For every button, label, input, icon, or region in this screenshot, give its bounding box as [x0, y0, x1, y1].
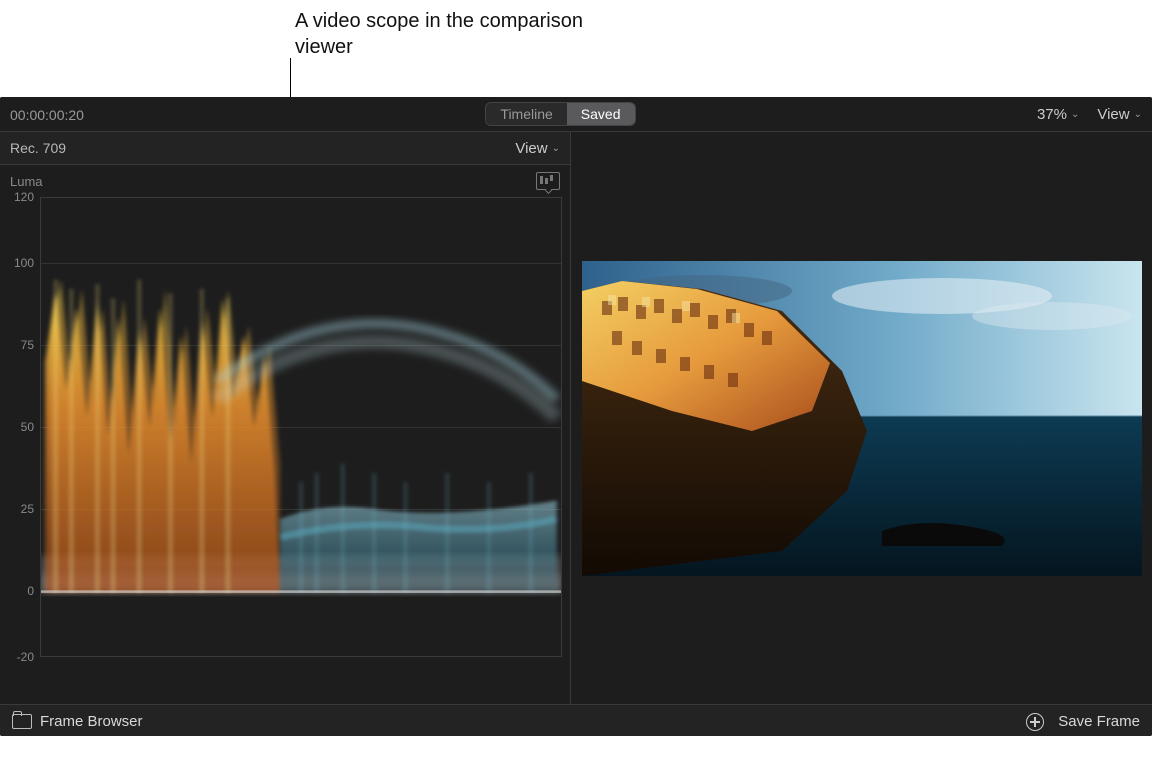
scope-settings-icon[interactable]	[536, 172, 560, 190]
preview-panel	[571, 132, 1152, 704]
seg-timeline[interactable]: Timeline	[486, 103, 566, 125]
viewer-right-controls: 37%⌄ View⌄	[1037, 106, 1142, 123]
chevron-down-icon: ⌄	[1071, 109, 1079, 120]
seg-saved[interactable]: Saved	[567, 103, 635, 125]
zoom-dropdown[interactable]: 37%⌄	[1037, 106, 1079, 123]
luma-waveform-scope: -200255075100120	[40, 197, 562, 657]
scope-channel-label: Luma	[10, 174, 43, 189]
scope-channel-row: Luma	[0, 165, 570, 197]
scope-panel-header: Rec. 709 View⌄	[0, 132, 570, 165]
color-space-label: Rec. 709	[10, 140, 66, 156]
timecode-display: 00:00:00:20	[10, 105, 84, 123]
view-dropdown[interactable]: View⌄	[1097, 106, 1142, 123]
scope-y-axis-labels: -200255075100120	[8, 197, 38, 657]
folder-icon	[12, 714, 32, 729]
chevron-down-icon: ⌄	[1134, 109, 1142, 120]
save-frame-button[interactable]: Save Frame	[1026, 713, 1140, 731]
comparison-viewer-window: 00:00:00:20 Timeline Saved 37%⌄ View⌄ Re…	[0, 97, 1152, 736]
viewer-top-bar: 00:00:00:20 Timeline Saved 37%⌄ View⌄	[0, 97, 1152, 132]
chevron-down-icon: ⌄	[552, 143, 560, 154]
annotation-text: A video scope in the comparison viewer	[295, 8, 615, 60]
scope-panel: Rec. 709 View⌄ Luma -200255075100120	[0, 132, 571, 704]
frame-browser-button[interactable]: Frame Browser	[12, 713, 143, 730]
video-preview-frame	[582, 261, 1142, 576]
plus-circle-icon	[1026, 713, 1044, 731]
viewer-footer: Frame Browser Save Frame	[0, 704, 1152, 736]
comparison-mode-segmented-control[interactable]: Timeline Saved	[485, 102, 635, 126]
scope-view-dropdown[interactable]: View⌄	[515, 140, 560, 157]
